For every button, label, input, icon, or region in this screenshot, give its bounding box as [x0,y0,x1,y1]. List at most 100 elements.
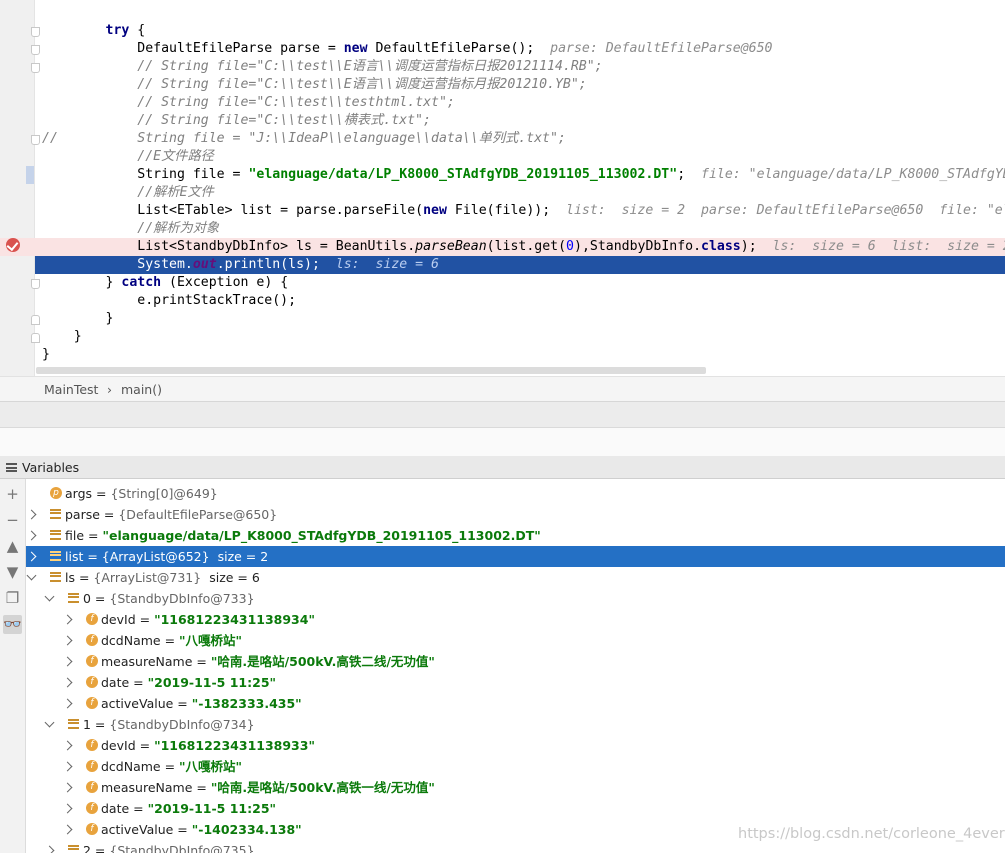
code-line[interactable]: //解析为对象 [0,220,1005,238]
variable-row[interactable]: f devId = "11681223431138933" [26,735,1005,756]
expand-arrow-icon[interactable] [62,740,73,751]
current-execution-line[interactable]: System.out.println(ls); ls: size = 6 [35,256,1005,274]
fold-marker-icon[interactable] [31,279,40,289]
expand-arrow-icon[interactable] [26,530,37,541]
variable-row[interactable]: f measureName = "哈南.是咯站/500kV.高铁一线/无功值" [26,777,1005,798]
variable-row[interactable]: f measureName = "哈南.是咯站/500kV.高铁二线/无功值" [26,651,1005,672]
watch-glasses-icon[interactable]: 👓 [3,615,22,634]
field-icon: f [86,634,98,646]
expand-arrow-icon[interactable] [62,782,73,793]
expand-arrow-icon[interactable] [62,656,73,667]
breadcrumb-class[interactable]: MainTest [44,382,98,397]
fold-marker-icon[interactable] [31,135,40,145]
code-token: ),StandbyDbInfo. [574,239,702,254]
code-line[interactable]: String file = "elanguage/data/LP_K8000_S… [0,166,1005,184]
variable-row[interactable]: f devId = "11681223431138934" [26,609,1005,630]
variable-name: parse [65,507,100,522]
code-line[interactable]: DefaultEfileParse parse = new DefaultEfi… [0,40,1005,58]
variable-row[interactable]: f dcdName = "八嘎桥站" [26,756,1005,777]
inline-debug-value: file: "elanguage/data/LP_K8000_STAdfgYDB… [701,167,1005,182]
code-token: } [42,311,114,326]
variable-value: {DefaultEfileParse@650} [118,507,278,522]
code-line[interactable]: } [0,346,1005,364]
equals-sign: = [135,738,155,753]
up-icon[interactable]: ▲ [3,537,22,556]
code-line[interactable]: // String file="C:\\test\\E语言\\调度运营指标日报2… [0,58,1005,76]
object-icon [50,572,61,582]
collapse-arrow-icon[interactable] [44,717,55,728]
change-marker [26,166,34,184]
breakpoint-line[interactable]: List<StandbyDbInfo> ls = BeanUtils.parse… [0,238,1005,256]
code-line[interactable]: //E文件路径 [0,148,1005,166]
breadcrumb-method[interactable]: main() [121,382,162,397]
variable-row[interactable]: f dcdName = "八嘎桥站" [26,630,1005,651]
code-editor[interactable]: try { DefaultEfileParse parse = new Defa… [0,0,1005,376]
copy-icon[interactable]: ❐ [3,589,22,608]
expand-arrow-icon[interactable] [62,635,73,646]
variable-row[interactable]: list = {ArrayList@652} size = 2 [26,546,1005,567]
expand-arrow-icon[interactable] [62,803,73,814]
expand-arrow-icon[interactable] [62,677,73,688]
code-token: 0 [566,239,574,254]
code-line[interactable]: // String file = "J:\\IdeaP\\elanguage\\… [0,130,1005,148]
code-token: (Exception e) { [161,275,289,290]
code-line[interactable]: // String file="C:\\test\\E语言\\调度运营指标月报2… [0,76,1005,94]
plus-icon[interactable]: + [3,485,22,504]
panel-separator[interactable] [0,427,1005,457]
variable-row[interactable]: f date = "2019-11-5 11:25" [26,798,1005,819]
code-token: File(file)); [446,203,567,218]
code-token: try [105,23,130,38]
code-line[interactable]: // String file="C:\\test\\testhtml.txt"; [0,94,1005,112]
equals-sign: = [160,633,180,648]
field-icon: f [86,781,98,793]
fold-marker-icon[interactable] [31,333,40,343]
variable-row[interactable]: f date = "2019-11-5 11:25" [26,672,1005,693]
code-token: ; [677,167,702,182]
variable-row[interactable]: p args = {String[0]@649} [26,483,1005,504]
variable-value: "-1402334.138" [191,822,302,837]
code-line[interactable]: try { [0,22,1005,40]
equals-sign: = [192,780,211,795]
code-token: (list.get( [486,239,567,254]
expand-arrow-icon[interactable] [62,824,73,835]
variable-row[interactable]: ls = {ArrayList@731} size = 6 [26,567,1005,588]
expand-arrow-icon[interactable] [26,551,37,562]
code-line[interactable]: } [0,328,1005,346]
expand-arrow-icon[interactable] [26,509,37,520]
fold-marker-icon[interactable] [31,45,40,55]
horizontal-scrollbar[interactable] [36,367,706,374]
fold-marker-icon[interactable] [31,315,40,325]
code-line[interactable]: } [0,310,1005,328]
collapse-arrow-icon[interactable] [26,570,37,581]
code-line[interactable]: e.printStackTrace(); [0,292,1005,310]
breakpoint-icon[interactable] [6,238,20,252]
variable-row[interactable]: 0 = {StandbyDbInfo@733} [26,588,1005,609]
expand-arrow-icon[interactable] [62,698,73,709]
variable-value: {StandbyDbInfo@735} [109,843,255,853]
field-icon: f [86,823,98,835]
expand-arrow-icon[interactable] [44,845,55,853]
expand-arrow-icon[interactable] [62,614,73,625]
code-line[interactable]: } catch (Exception e) { [0,274,1005,292]
code-line[interactable]: List<ETable> list = parse.parseFile(new … [0,202,1005,220]
object-icon [68,719,79,729]
fold-marker-icon[interactable] [31,27,40,37]
code-line[interactable]: // String file="C:\\test\\横表式.txt"; [0,112,1005,130]
collapse-arrow-icon[interactable] [44,591,55,602]
variable-row[interactable]: 1 = {StandbyDbInfo@734} [26,714,1005,735]
variables-tree[interactable]: p args = {String[0]@649} parse = {DefaultE… [26,479,1005,853]
variables-menu-icon[interactable] [6,463,17,472]
fold-marker-icon[interactable] [31,63,40,73]
object-icon [50,551,61,561]
minus-icon[interactable]: − [3,511,22,530]
variable-row[interactable]: f activeValue = "-1382333.435" [26,693,1005,714]
down-icon[interactable]: ▼ [3,563,22,582]
code-token: // String file="C:\\test\\testhtml.txt"; [42,95,455,110]
variable-name: dcdName [101,759,161,774]
code-token: } [42,275,122,290]
code-line[interactable]: //解析E文件 [0,184,1005,202]
variable-row[interactable]: parse = {DefaultEfileParse@650} [26,504,1005,525]
watermark: https://blog.csdn.net/corleone_4ever [738,826,1005,842]
variable-row[interactable]: file = "elanguage/data/LP_K8000_STAdfgYD… [26,525,1005,546]
expand-arrow-icon[interactable] [62,761,73,772]
